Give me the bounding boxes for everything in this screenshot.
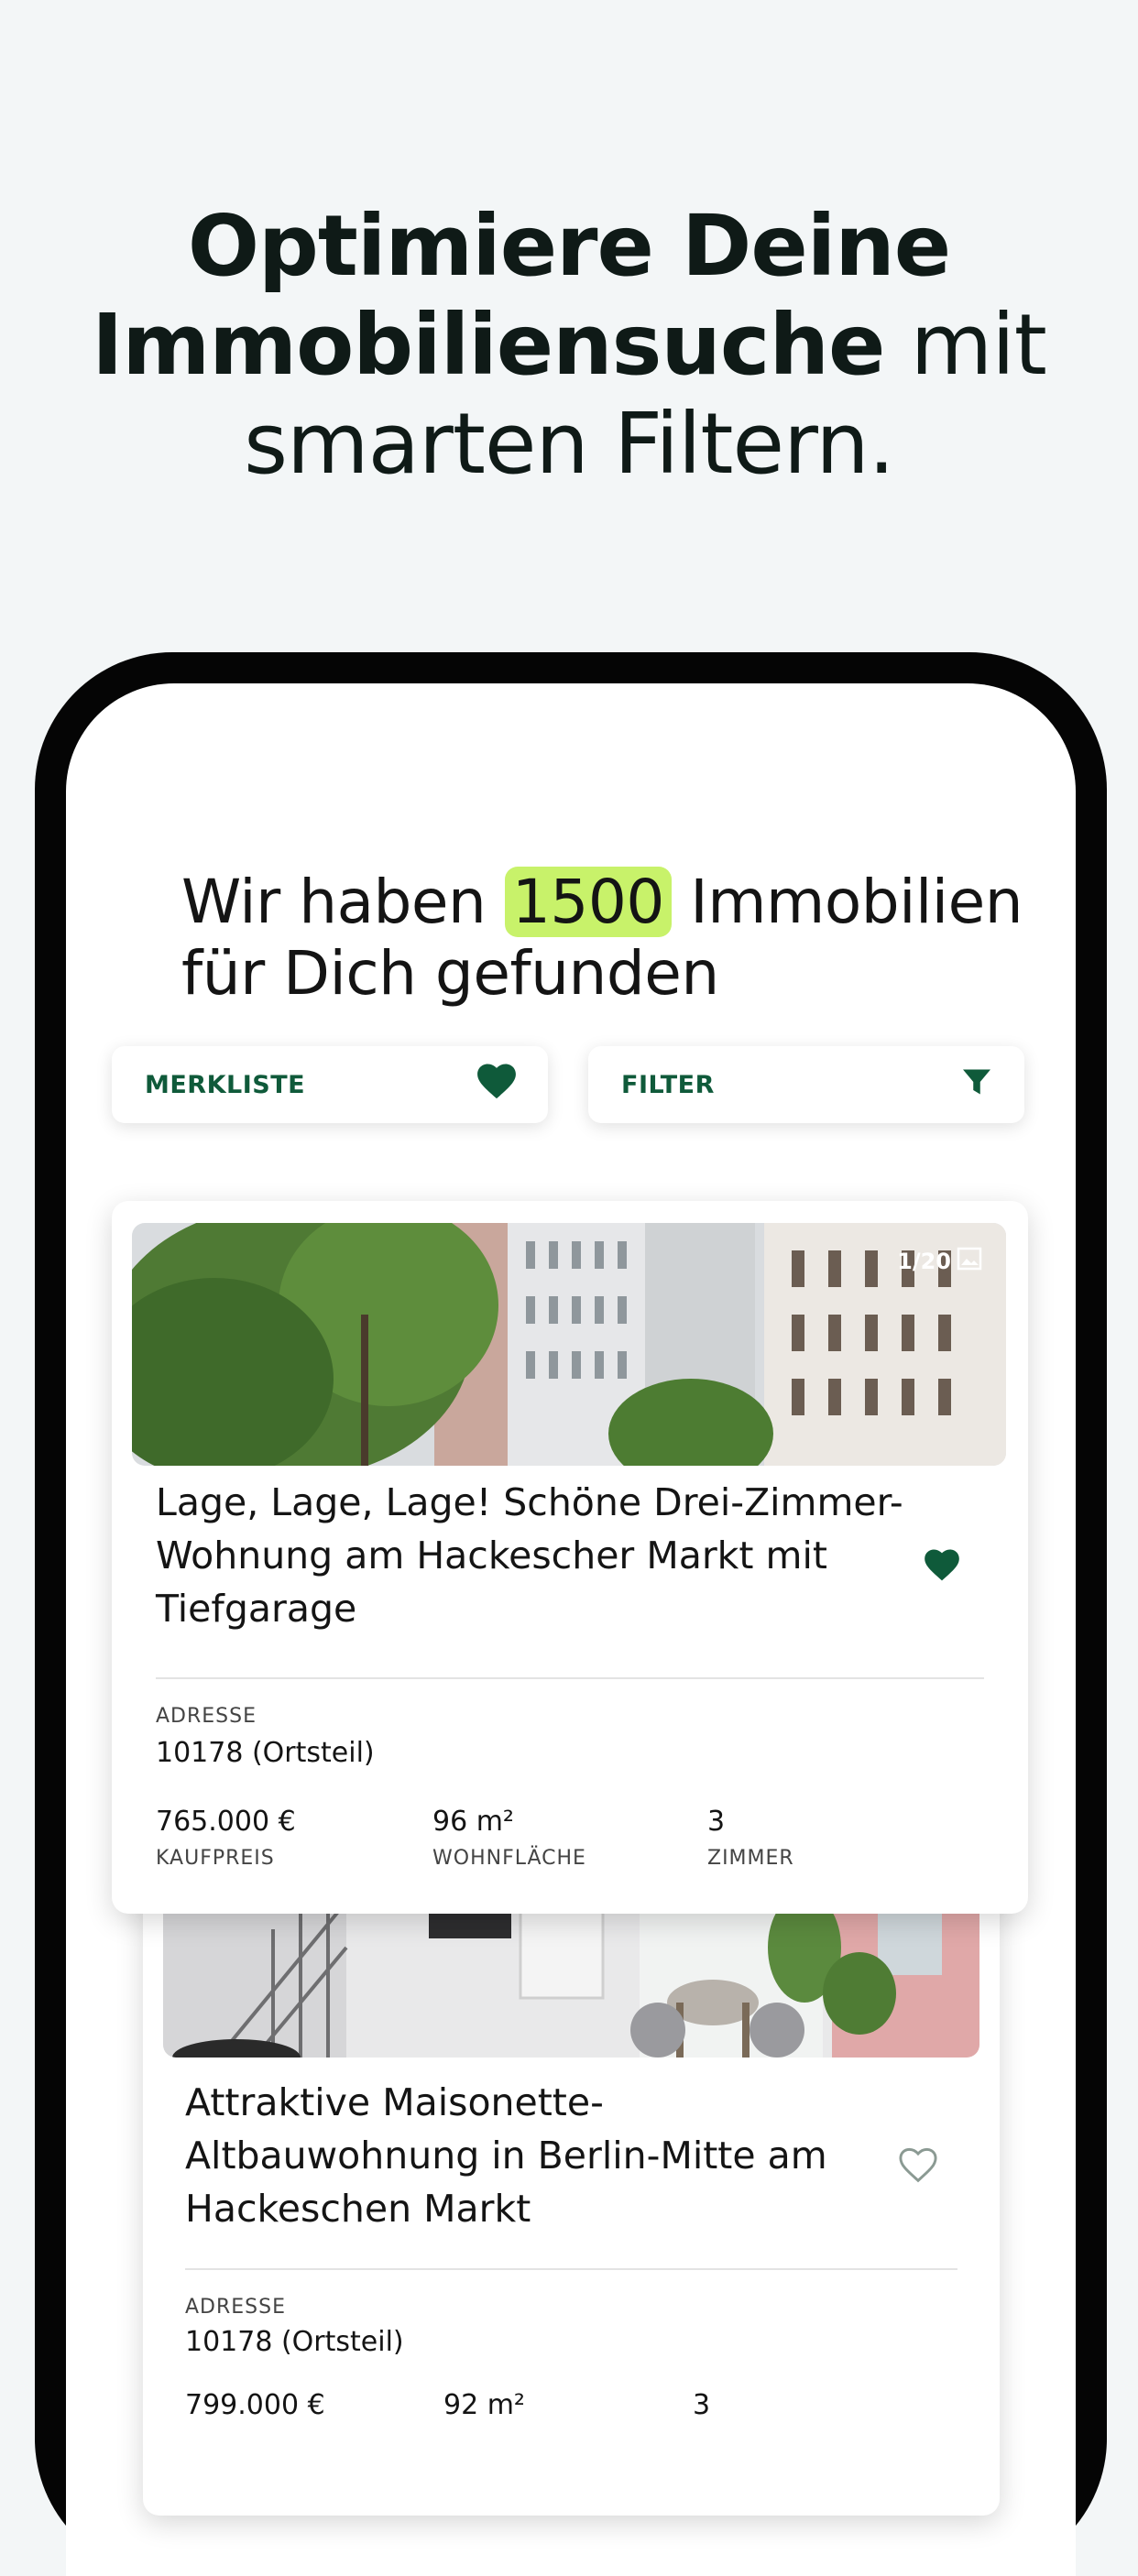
headline-line-1: Optimiere Deine bbox=[187, 197, 951, 295]
watchlist-button[interactable]: MERKLISTE bbox=[112, 1046, 548, 1123]
watchlist-label: MERKLISTE bbox=[145, 1070, 306, 1099]
area-value: 92 m² bbox=[443, 2389, 525, 2421]
price-value: 799.000 € bbox=[185, 2389, 325, 2421]
filter-label: FILTER bbox=[621, 1070, 715, 1099]
rooms-value: 3 bbox=[693, 2389, 711, 2421]
address-label: ADRESSE bbox=[185, 2296, 287, 2319]
rooms-label: ZIMMER bbox=[707, 1847, 794, 1870]
filter-button[interactable]: FILTER bbox=[588, 1046, 1024, 1123]
address-value: 10178 (Ortsteil) bbox=[185, 2326, 404, 2358]
headline: Optimiere Deine Immobiliensuche mit smar… bbox=[0, 197, 1138, 494]
results-heading: Wir haben 1500 Immobilien für Dich gefun… bbox=[181, 867, 1023, 1009]
price-label: KAUFPREIS bbox=[156, 1847, 275, 1870]
phone-frame: Wir haben 1500 Immobilien für Dich gefun… bbox=[35, 652, 1107, 2576]
area-label: WOHNFLÄCHE bbox=[432, 1847, 586, 1870]
divider bbox=[185, 2268, 957, 2270]
filter-icon bbox=[960, 1065, 993, 1105]
headline-line-3: smarten Filtern. bbox=[244, 395, 895, 493]
app-screen: Wir haben 1500 Immobilien für Dich gefun… bbox=[66, 683, 1076, 2576]
listing-title[interactable]: Lage, Lage, Lage! Schöne Drei-Zimmer-Woh… bbox=[156, 1476, 907, 1635]
listing-card[interactable]: 1/20 Lage, Lage, Lage! Schöne Drei-Zimme… bbox=[112, 1201, 1028, 1914]
image-counter: 1/20 bbox=[897, 1247, 982, 1276]
address-value: 10178 (Ortsteil) bbox=[156, 1737, 375, 1769]
listing-title[interactable]: Attraktive Maisonette-Altbauwohnung in B… bbox=[185, 2076, 881, 2235]
results-count: 1500 bbox=[504, 867, 672, 937]
favorite-heart-icon[interactable] bbox=[924, 1549, 960, 1586]
address-label: ADRESSE bbox=[156, 1705, 257, 1728]
area-value: 96 m² bbox=[432, 1806, 514, 1838]
heart-icon bbox=[476, 1064, 517, 1107]
listing-photo[interactable]: 1/20 bbox=[132, 1223, 1006, 1466]
listing-card[interactable]: Attraktive Maisonette-Altbauwohnung in B… bbox=[143, 1874, 1000, 2516]
divider bbox=[156, 1677, 984, 1679]
price-value: 765.000 € bbox=[156, 1806, 296, 1838]
rooms-value: 3 bbox=[707, 1806, 726, 1838]
gallery-icon bbox=[957, 1247, 982, 1276]
headline-line-2: Immobiliensuche mit bbox=[92, 296, 1047, 394]
heart-outline-icon[interactable] bbox=[898, 2147, 938, 2188]
